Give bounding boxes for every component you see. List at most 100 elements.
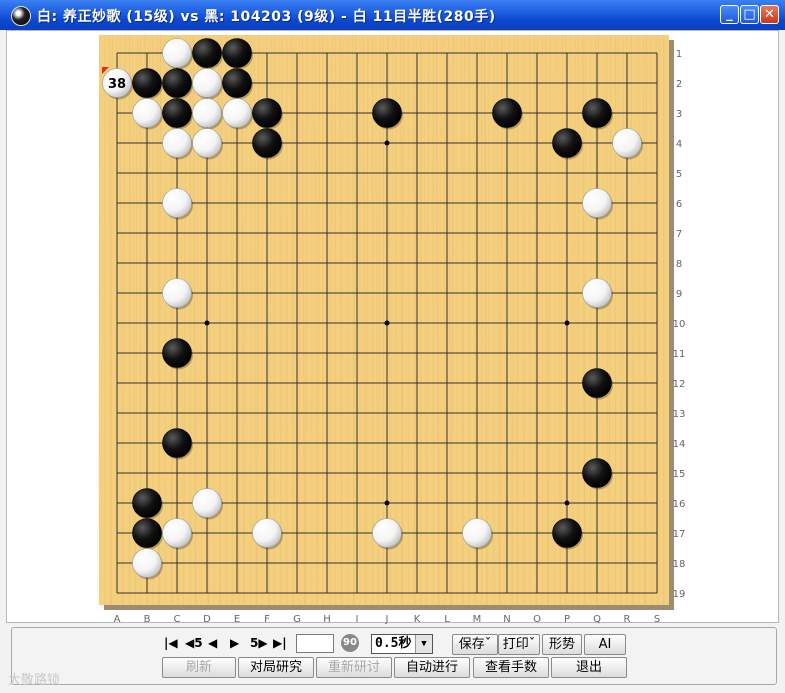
row-label: 1 xyxy=(676,49,682,60)
black-stone[interactable] xyxy=(132,68,162,98)
next-move-button[interactable]: ▶ xyxy=(230,636,239,650)
white-stone[interactable] xyxy=(132,548,162,578)
black-stone[interactable] xyxy=(252,98,282,128)
ai-button[interactable]: AI xyxy=(584,634,626,655)
row-label: 5 xyxy=(676,169,682,180)
column-label: N xyxy=(503,614,510,625)
row-label: 3 xyxy=(676,109,682,120)
star-point xyxy=(564,500,570,506)
white-stone[interactable] xyxy=(462,518,492,548)
black-stone[interactable] xyxy=(582,368,612,398)
white-stone[interactable] xyxy=(582,188,612,218)
time-select[interactable]: 0.5秒 ▼ xyxy=(371,634,433,654)
black-stone[interactable] xyxy=(162,428,192,458)
column-label: B xyxy=(144,614,151,625)
forward-5-button[interactable]: 5▶ xyxy=(250,636,268,650)
view-move-numbers-button[interactable]: 查看手数 xyxy=(473,657,549,678)
column-label: Q xyxy=(593,614,601,625)
row-label: 14 xyxy=(673,439,686,450)
row-label: 12 xyxy=(673,379,686,390)
dropdown-arrow-icon: ▼ xyxy=(415,635,432,653)
auto-play-button[interactable]: 自动进行 xyxy=(394,657,470,678)
black-stone[interactable] xyxy=(582,458,612,488)
white-stone[interactable] xyxy=(162,128,192,158)
white-stone[interactable] xyxy=(192,128,222,158)
white-stone[interactable] xyxy=(192,488,222,518)
black-stone[interactable] xyxy=(192,38,222,68)
column-labels: A B C D E F G H I J K L M N O P Q R S xyxy=(114,614,661,625)
row-label: 9 xyxy=(676,289,682,300)
row-label: 11 xyxy=(673,349,686,360)
black-stone[interactable] xyxy=(162,98,192,128)
white-stone[interactable] xyxy=(372,518,402,548)
row-label: 18 xyxy=(673,559,686,570)
row-label: 10 xyxy=(673,319,686,330)
game-study-button[interactable]: 对局研究 xyxy=(238,657,314,678)
column-label: D xyxy=(203,614,211,625)
black-stone[interactable] xyxy=(582,98,612,128)
star-point xyxy=(564,320,570,326)
last-move-button[interactable]: ▶| xyxy=(273,636,287,650)
white-stone[interactable] xyxy=(162,38,192,68)
white-stone[interactable] xyxy=(132,98,162,128)
back-5-button[interactable]: ◀5 xyxy=(185,636,203,650)
star-point xyxy=(384,320,390,326)
row-label: 16 xyxy=(673,499,686,510)
row-label: 17 xyxy=(673,529,686,540)
white-stone[interactable] xyxy=(162,188,192,218)
print-button[interactable]: 打印ˇ xyxy=(498,634,540,655)
column-label: P xyxy=(564,614,570,625)
column-label: C xyxy=(174,614,181,625)
black-stone[interactable] xyxy=(492,98,522,128)
row-label: 19 xyxy=(673,589,686,600)
row-label: 15 xyxy=(673,469,686,480)
black-stone[interactable] xyxy=(252,128,282,158)
white-stone[interactable] xyxy=(162,278,192,308)
black-stone[interactable] xyxy=(552,518,582,548)
refresh-button[interactable]: 刷新 xyxy=(162,657,236,678)
row-labels: 12345678910111213141516171819 xyxy=(673,49,686,600)
white-stone[interactable] xyxy=(612,128,642,158)
move-count-badge: 90 xyxy=(341,634,359,652)
re-review-button[interactable]: 重新研讨 xyxy=(316,657,392,678)
black-stone[interactable] xyxy=(162,338,192,368)
save-button[interactable]: 保存ˇ xyxy=(452,634,498,655)
column-label: R xyxy=(624,614,631,625)
move-number-input[interactable] xyxy=(296,634,334,653)
column-label: S xyxy=(654,614,660,625)
column-label: I xyxy=(356,614,359,625)
column-label: L xyxy=(444,614,450,625)
last-move-number: 38 xyxy=(108,77,126,92)
column-label: K xyxy=(414,614,421,625)
white-stone[interactable] xyxy=(192,98,222,128)
go-board[interactable]: ABCDEFGHIJKLMNOPQRS 12345678910111213141… xyxy=(0,0,785,625)
column-label: M xyxy=(473,614,482,625)
black-stone[interactable] xyxy=(552,128,582,158)
black-stone[interactable] xyxy=(132,488,162,518)
row-label: 7 xyxy=(676,229,682,240)
row-label: 2 xyxy=(676,79,682,90)
white-stone[interactable] xyxy=(162,518,192,548)
black-stone[interactable] xyxy=(132,518,162,548)
column-label: O xyxy=(533,614,541,625)
white-stone[interactable] xyxy=(252,518,282,548)
column-label: F xyxy=(264,614,270,625)
star-point xyxy=(204,320,210,326)
prev-move-button[interactable]: ◀ xyxy=(208,636,217,650)
exit-button[interactable]: 退出 xyxy=(551,657,627,678)
row-label: 13 xyxy=(673,409,686,420)
column-label: H xyxy=(323,614,331,625)
black-stone[interactable] xyxy=(222,68,252,98)
black-stone[interactable] xyxy=(372,98,402,128)
situation-button[interactable]: 形势 xyxy=(542,634,582,655)
black-stone[interactable] xyxy=(162,68,192,98)
column-label: E xyxy=(234,614,240,625)
white-stone[interactable] xyxy=(192,68,222,98)
star-point xyxy=(384,140,390,146)
column-label: J xyxy=(385,614,389,625)
first-move-button[interactable]: |◀ xyxy=(164,636,178,650)
white-stone[interactable] xyxy=(222,98,252,128)
row-label: 4 xyxy=(676,139,682,150)
white-stone[interactable] xyxy=(582,278,612,308)
black-stone[interactable] xyxy=(222,38,252,68)
